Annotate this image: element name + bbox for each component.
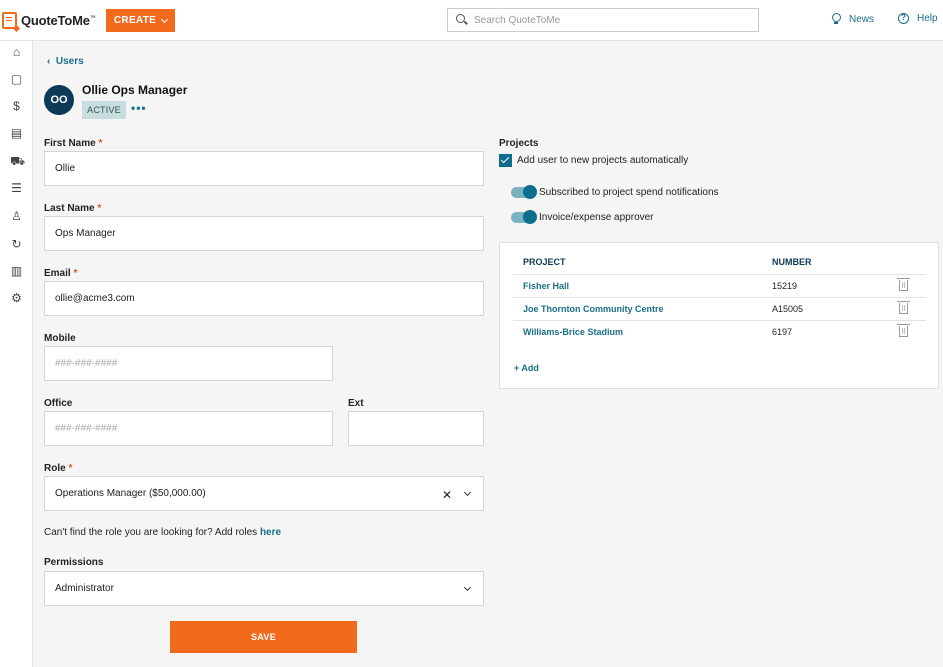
breadcrumb-back-link[interactable]: ‹ Users <box>47 56 84 67</box>
save-button[interactable]: SAVE <box>170 621 357 653</box>
mobile-input[interactable] <box>55 358 332 369</box>
add-project-link[interactable]: + Add <box>514 363 539 373</box>
logo-icon <box>2 11 17 29</box>
search-icon <box>456 14 468 26</box>
table-row: Joe Thornton Community Centre A15005 <box>513 297 926 320</box>
project-column-header: PROJECT <box>523 257 566 267</box>
number-column-header: NUMBER <box>772 257 812 267</box>
role-select[interactable]: Operations Manager ($50,000.00) ✕ <box>44 476 484 511</box>
person-icon[interactable]: ♙ <box>10 210 23 223</box>
office-field[interactable] <box>44 411 333 446</box>
page-title: Ollie Ops Manager <box>82 83 188 97</box>
search-box[interactable]: Search QuoteToMe <box>447 8 759 32</box>
create-button-label: CREATE <box>113 15 157 26</box>
help-label: Help <box>917 13 938 24</box>
trademark: ™ <box>89 15 96 22</box>
status-badge: ACTIVE <box>82 101 126 119</box>
news-link[interactable]: News <box>831 13 874 25</box>
first-name-label: First Name * <box>44 138 103 149</box>
email-field[interactable]: ollie@acme3.com <box>44 281 484 316</box>
more-options-icon[interactable]: ••• <box>131 101 147 115</box>
last-name-field[interactable]: Ops Manager <box>44 216 484 251</box>
refresh-icon[interactable]: ↻ <box>10 238 23 251</box>
mobile-label: Mobile <box>44 333 76 344</box>
dollar-icon[interactable]: $ <box>10 100 23 113</box>
project-number: 6197 <box>772 327 793 337</box>
app-logo[interactable]: QuoteToMe™ <box>2 10 96 30</box>
auto-add-row[interactable]: Add user to new projects automatically <box>499 154 688 167</box>
approver-toggle[interactable] <box>511 210 537 224</box>
email-label: Email * <box>44 268 78 279</box>
permissions-select[interactable]: Administrator <box>44 571 484 606</box>
gear-icon[interactable]: ⚙ <box>10 292 23 305</box>
project-link[interactable]: Williams-Brice Stadium <box>523 327 623 337</box>
project-number: A15005 <box>772 304 804 314</box>
list-icon[interactable]: ☰ <box>10 182 23 195</box>
permissions-value: Administrator <box>55 583 114 594</box>
clipboard-icon[interactable]: ▢ <box>10 73 23 86</box>
first-name-field[interactable]: Ollie <box>44 151 484 186</box>
project-link[interactable]: Joe Thornton Community Centre <box>523 304 664 314</box>
back-label: Users <box>55 56 84 67</box>
top-bar: QuoteToMe™ CREATE Search QuoteToMe News … <box>0 0 943 41</box>
mobile-field[interactable] <box>44 346 333 381</box>
app-name: QuoteToMe <box>21 12 90 28</box>
create-button[interactable]: CREATE <box>106 9 175 32</box>
spend-notifications-toggle[interactable] <box>511 185 537 199</box>
last-name-label: Last Name * <box>44 203 102 214</box>
news-label: News <box>849 13 875 25</box>
office-label: Office <box>44 398 73 409</box>
trash-icon[interactable] <box>897 324 910 337</box>
lightbulb-icon <box>831 13 841 25</box>
trash-icon[interactable] <box>897 301 910 314</box>
permissions-label: Permissions <box>44 557 104 568</box>
auto-add-label: Add user to new projects automatically <box>517 155 689 166</box>
help-link[interactable]: ? Help <box>898 13 938 24</box>
project-number: 15219 <box>772 281 798 291</box>
add-roles-link[interactable]: here <box>260 527 281 538</box>
trash-icon[interactable] <box>897 278 910 291</box>
avatar: OO <box>44 85 74 115</box>
store-icon[interactable]: ▥ <box>10 265 23 278</box>
spend-notifications-label: Subscribed to project spend notification… <box>539 187 719 198</box>
cart-icon[interactable]: ⛟ <box>10 155 25 168</box>
auto-add-checkbox[interactable] <box>499 154 512 167</box>
office-input[interactable] <box>55 423 332 434</box>
chevron-down-icon <box>161 15 169 23</box>
table-row: Williams-Brice Stadium 6197 <box>513 320 926 343</box>
table-row: Fisher Hall 15219 <box>513 274 926 297</box>
chevron-down-icon[interactable] <box>463 488 472 497</box>
help-icon: ? <box>898 13 909 24</box>
role-value: Operations Manager ($50,000.00) <box>55 488 206 499</box>
projects-heading: Projects <box>499 138 539 149</box>
left-nav: ⌂ ▢ $ ▤ ⛟ ☰ ♙ ↻ ▥ ⚙ <box>0 41 33 667</box>
role-label: Role * <box>44 463 73 474</box>
approver-label: Invoice/expense approver <box>539 212 654 223</box>
chevron-down-icon[interactable] <box>463 583 472 592</box>
document-icon[interactable]: ▤ <box>10 127 23 140</box>
home-icon[interactable]: ⌂ <box>10 46 23 59</box>
spend-notifications-row[interactable]: Subscribed to project spend notification… <box>511 185 719 199</box>
role-hint: Can't find the role you are looking for?… <box>44 527 282 538</box>
ext-label: Ext <box>348 398 364 409</box>
ext-field[interactable] <box>348 411 484 446</box>
project-link[interactable]: Fisher Hall <box>523 281 569 291</box>
projects-table: PROJECT NUMBER Fisher Hall 15219 Joe Tho… <box>499 242 939 389</box>
search-input[interactable]: Search QuoteToMe <box>474 15 560 26</box>
approver-row[interactable]: Invoice/expense approver <box>511 210 654 224</box>
clear-icon[interactable]: ✕ <box>442 488 452 502</box>
